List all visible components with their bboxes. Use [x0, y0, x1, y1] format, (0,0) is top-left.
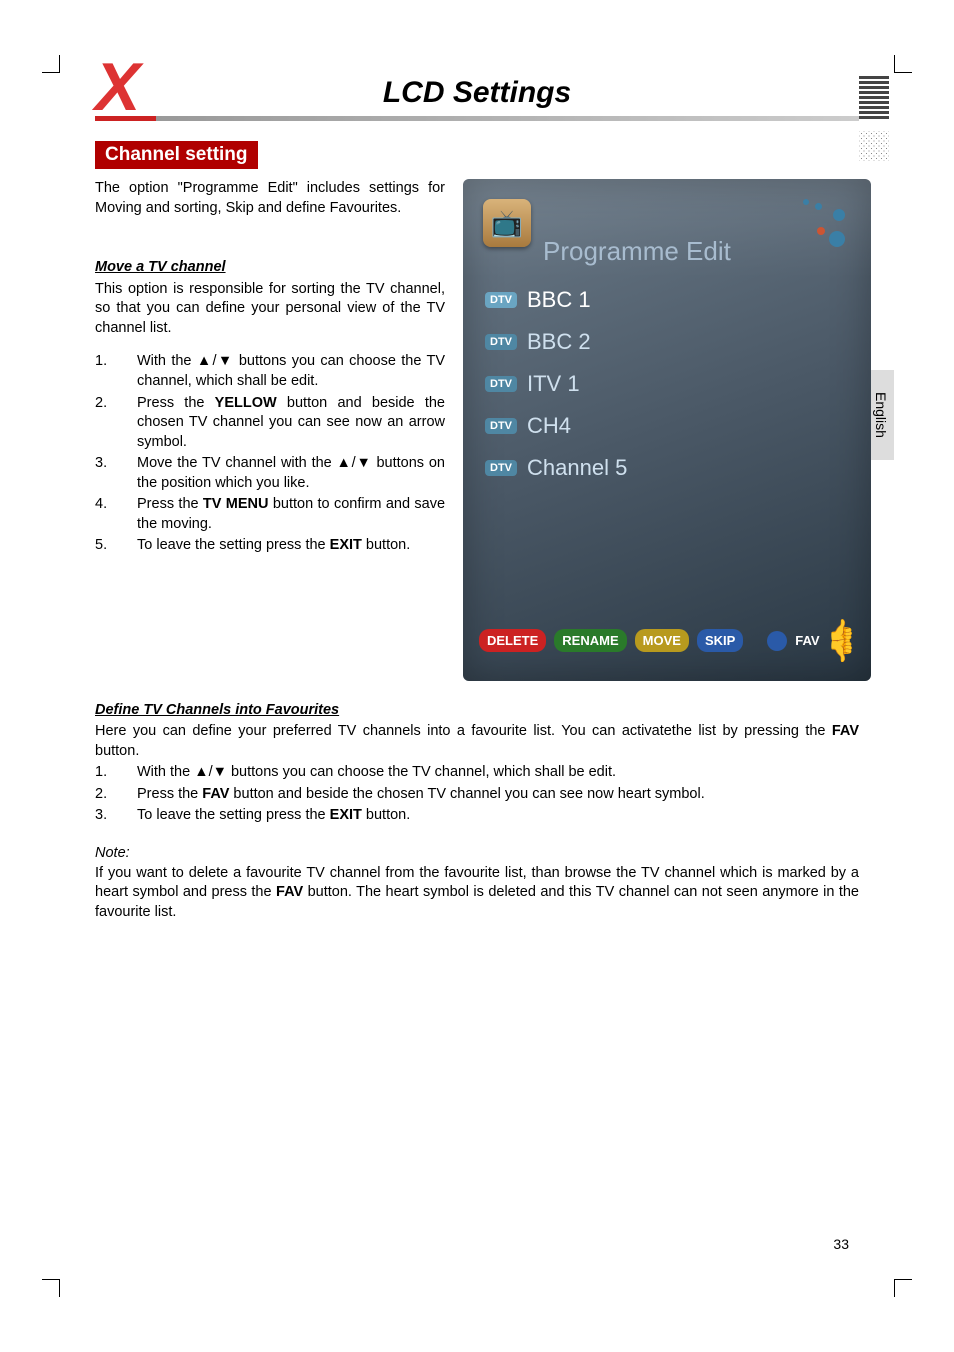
header-dots-ornament [859, 131, 889, 161]
osd-title: Programme Edit [543, 236, 731, 267]
dtv-tag: DTV [485, 418, 517, 434]
thumbs-icon: 👍👎 [828, 621, 855, 661]
dtv-tag: DTV [485, 376, 517, 392]
osd-screenshot: 📺 Programme Edit DTVBBC 1 DTVBBC 2 DTVIT… [463, 179, 871, 681]
move-heading: Move a TV channel [95, 258, 445, 278]
dtv-tag: DTV [485, 460, 517, 476]
list-item: 3.Move the TV channel with the ▲/▼ butto… [95, 454, 445, 493]
note-label: Note: [95, 844, 859, 864]
list-item: 1.With the ▲/▼ buttons you can choose th… [95, 763, 859, 783]
osd-channel-list: DTVBBC 1 DTVBBC 2 DTVITV 1 DTVCH4 DTVCha… [463, 279, 871, 609]
dtv-tag: DTV [485, 292, 517, 308]
fav-desc: Here you can define your preferred TV ch… [95, 722, 859, 761]
osd-row[interactable]: DTVITV 1 [481, 363, 853, 405]
list-item: 2.Press the FAV button and beside the ch… [95, 785, 859, 805]
header-bars-ornament [859, 76, 889, 121]
osd-row[interactable]: DTVBBC 2 [481, 321, 853, 363]
osd-skip-button[interactable]: SKIP [697, 629, 743, 652]
fav-heading: Define TV Channels into Favourites [95, 701, 859, 721]
list-item: 5.To leave the setting press the EXIT bu… [95, 536, 445, 556]
note-text: If you want to delete a favourite TV cha… [95, 864, 859, 923]
crop-mark [42, 1279, 60, 1297]
fav-steps: 1.With the ▲/▼ buttons you can choose th… [95, 763, 859, 826]
osd-fav-button[interactable]: FAV [795, 633, 819, 648]
section-bar: Channel setting [95, 141, 258, 169]
list-item: 2.Press the YELLOW button and beside the… [95, 394, 445, 453]
intro-text: The option "Programme Edit" includes set… [95, 179, 445, 218]
osd-row[interactable]: DTVChannel 5 [481, 447, 853, 489]
osd-row[interactable]: DTVCH4 [481, 405, 853, 447]
osd-decoration-dots [793, 197, 853, 257]
crop-mark [894, 1279, 912, 1297]
osd-move-button[interactable]: MOVE [635, 629, 689, 652]
move-desc: This option is responsible for sorting t… [95, 280, 445, 339]
move-steps: 1.With the ▲/▼ buttons you can choose th… [95, 352, 445, 556]
fav-circle-icon [767, 631, 787, 651]
list-item: 1.With the ▲/▼ buttons you can choose th… [95, 352, 445, 391]
osd-row[interactable]: DTVBBC 1 [481, 279, 853, 321]
osd-rename-button[interactable]: RENAME [554, 629, 626, 652]
language-tab: English [868, 370, 894, 460]
list-item: 3.To leave the setting press the EXIT bu… [95, 806, 859, 826]
crop-mark [894, 55, 912, 73]
page-title: LCD Settings [95, 76, 859, 110]
crop-mark [42, 55, 60, 73]
list-item: 4.Press the TV MENU button to confirm an… [95, 495, 445, 534]
osd-head-icon: 📺 [483, 199, 531, 247]
dtv-tag: DTV [485, 334, 517, 350]
header-x-ornament: X [95, 64, 140, 112]
page-header: X LCD Settings [95, 76, 859, 121]
osd-delete-button[interactable]: DELETE [479, 629, 546, 652]
osd-footer: DELETE RENAME MOVE SKIP FAV 👍👎 [463, 609, 871, 681]
